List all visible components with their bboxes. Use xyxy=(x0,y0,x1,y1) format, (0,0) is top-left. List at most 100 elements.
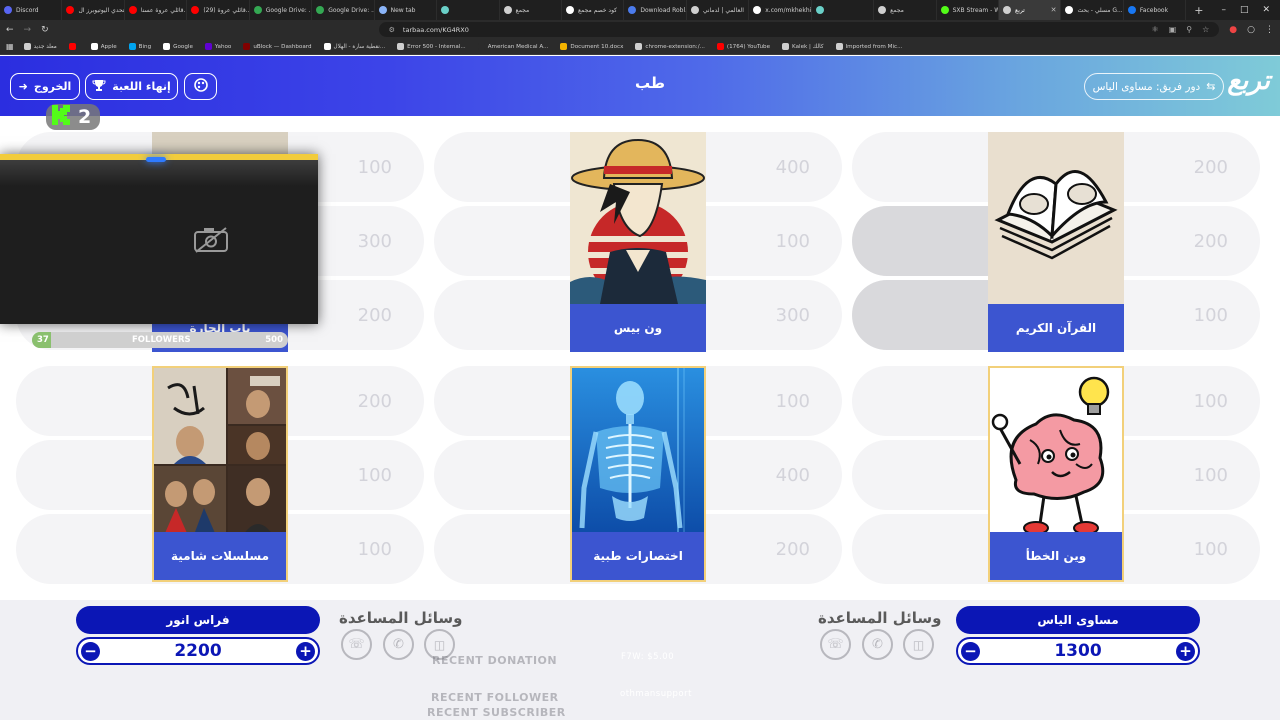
question-value: 100 xyxy=(357,538,392,560)
category-card[interactable]: ون بيس xyxy=(570,132,706,352)
extension-icon[interactable]: ● xyxy=(1229,25,1237,35)
bookmark-favicon-icon xyxy=(397,43,405,50)
new-tab-button[interactable]: + xyxy=(1186,4,1211,17)
profile-icon[interactable]: ○ xyxy=(1247,25,1255,35)
question-value: 300 xyxy=(357,230,392,252)
team-1-aid-phone-icon[interactable]: ✆ xyxy=(862,629,893,660)
recent-subscriber-label: RECENT SUBSCRIBER xyxy=(427,706,566,719)
bookmark-item[interactable]: Imported from Mic... xyxy=(835,43,902,50)
bookmark-label: (1764) YouTube xyxy=(726,43,771,50)
team-1-aid-swap-icon[interactable]: ◫ xyxy=(903,629,934,660)
bookmark-favicon-icon xyxy=(716,43,724,50)
bookmark-item[interactable]: (1764) YouTube xyxy=(716,43,771,50)
team-1-minus-button[interactable]: − xyxy=(961,642,980,661)
team-1-aids-title: وسائل المساعدة xyxy=(818,609,942,627)
followers-goal-bar: 37 FOLLOWERS 500 xyxy=(32,332,288,348)
browser-tab[interactable]: New tab xyxy=(375,0,438,20)
team-2-minus-button[interactable]: − xyxy=(81,642,100,661)
browser-tab-strip: Discord تحدي اليوتيوبرز ال... قائلي عروة ع… xyxy=(0,0,1280,20)
bookmark-item[interactable]: Document 10.docx xyxy=(560,43,623,50)
browser-tab[interactable]: Google Drive: ... xyxy=(250,0,313,20)
close-window-icon[interactable]: ✕ xyxy=(1262,5,1270,15)
apps-icon[interactable]: ▦ xyxy=(6,42,14,51)
browser-tab[interactable]: العالمي | لدماني xyxy=(687,0,750,20)
browser-tab[interactable]: Google Drive: ... xyxy=(312,0,375,20)
browser-tab[interactable]: مجمع xyxy=(874,0,937,20)
browser-tab[interactable]: مجمع xyxy=(500,0,562,20)
browser-tab[interactable]: تحدي اليوتيوبرز ال... xyxy=(62,0,125,20)
bookmark-item[interactable]: معلد جديد xyxy=(23,43,57,50)
kick-viewer-badge: 2 xyxy=(46,104,100,130)
team-1-plus-button[interactable]: + xyxy=(1176,642,1195,661)
palette-icon xyxy=(193,78,208,95)
bookmark-item[interactable]: Google xyxy=(163,43,193,50)
team-1-score-value: 1300 xyxy=(1054,641,1102,661)
tab-favicon-icon xyxy=(878,6,887,14)
browser-tab[interactable] xyxy=(437,0,500,20)
category-card[interactable]: اختصارات طبية xyxy=(570,366,706,582)
tab-favicon-icon xyxy=(4,6,12,14)
reload-icon[interactable]: ↻ xyxy=(41,25,49,35)
browser-tab[interactable]: كود خصم مجمع xyxy=(562,0,625,20)
bookmark-item[interactable]: Error 500 - Internal... xyxy=(397,43,466,50)
team-2-aid-phone-icon[interactable]: ✆ xyxy=(383,629,414,660)
browser-tab[interactable]: Discord xyxy=(0,0,63,20)
bookmark-item[interactable]: uBlock — Dashboard xyxy=(243,43,312,50)
bookmark-favicon-icon xyxy=(204,43,212,50)
zoom-icon[interactable]: ⚲ xyxy=(1186,25,1192,34)
browser-tab[interactable]: SXB Stream - W... xyxy=(937,0,999,20)
bookmark-item[interactable] xyxy=(68,43,79,50)
back-icon[interactable]: ← xyxy=(6,25,14,35)
bookmark-favicon-icon xyxy=(23,43,31,50)
bookmark-item[interactable]: American Medical A... xyxy=(477,43,548,50)
browser-tab[interactable]: Facebook xyxy=(1124,0,1187,20)
window-controls: – □ ✕ xyxy=(1211,5,1280,15)
tab-favicon-icon xyxy=(753,6,762,14)
exit-icon: ➜ xyxy=(18,80,28,93)
menu-icon[interactable]: ⋮ xyxy=(1265,25,1274,35)
camera-top-glow xyxy=(0,160,318,186)
bookmark-favicon-icon xyxy=(323,43,331,50)
turn-indicator[interactable]: دور فريق: مساوى الياس ⇆ xyxy=(1084,73,1224,100)
site-info-icon[interactable]: ⚙ xyxy=(389,26,395,34)
bookmark-star-icon[interactable]: ☆ xyxy=(1202,25,1209,34)
category-card[interactable]: وين الخطأ xyxy=(988,366,1124,582)
browser-tab[interactable]: x.com/mkhekhi... xyxy=(749,0,812,20)
followers-current: 37 xyxy=(37,335,49,345)
team-1-aid-call-icon[interactable]: ☏ xyxy=(820,629,851,660)
forward-icon[interactable]: → xyxy=(24,25,32,35)
bookmark-item[interactable]: Bing xyxy=(128,43,151,50)
category-card[interactable]: القرآن الكريم xyxy=(988,132,1124,352)
address-toolbar: ← → ↻ ⚙ tarbaa.com/KG4RX0 ⚛ ▣ ⚲ ☆ ● ○ ⋮ xyxy=(0,20,1280,39)
team-2-aid-call-icon[interactable]: ☏ xyxy=(341,629,372,660)
install-icon[interactable]: ▣ xyxy=(1169,25,1177,34)
browser-tab[interactable]: قائلي عروة عسنا... xyxy=(125,0,188,20)
tab-label: تحدي اليوتيوبرز ال... xyxy=(78,6,125,14)
browser-tab[interactable]: (29) قائلي عروة... xyxy=(187,0,250,20)
question-value: 200 xyxy=(1193,230,1228,252)
bookmark-item[interactable]: Yahoo xyxy=(204,43,231,50)
exit-button[interactable]: ➜ الخروج xyxy=(10,73,80,100)
end-game-button[interactable]: إنهاء اللعبة xyxy=(85,73,178,100)
tab-favicon-icon xyxy=(815,6,824,14)
bookmark-item[interactable]: Kalek | كالك xyxy=(782,43,824,50)
recent-follower-value: othmansupport xyxy=(620,689,692,699)
minimize-icon[interactable]: – xyxy=(1221,5,1226,15)
team-2-plus-button[interactable]: + xyxy=(296,642,315,661)
settings-button[interactable] xyxy=(184,73,217,100)
category-label: ون بيس xyxy=(570,304,706,352)
maximize-icon[interactable]: □ xyxy=(1240,5,1249,15)
bookmark-item[interactable]: نقطية سارة - الهلال... xyxy=(323,43,385,50)
address-bar[interactable]: ⚙ tarbaa.com/KG4RX0 ⚛ ▣ ⚲ ☆ xyxy=(378,22,1220,37)
tab-label: New tab xyxy=(390,6,416,14)
category-card[interactable]: مسلسلات شامية xyxy=(152,366,288,582)
browser-tab[interactable]: Download Robl... xyxy=(624,0,687,20)
bookmark-item[interactable]: chrome-extension:/... xyxy=(635,43,705,50)
bookmark-item[interactable]: Apple xyxy=(90,43,117,50)
browser-tab[interactable]: مسلي - بحث G... xyxy=(1061,0,1124,20)
translate-icon[interactable]: ⚛ xyxy=(1152,25,1159,34)
browser-tab[interactable] xyxy=(812,0,875,20)
browser-tab[interactable]: تربع ✕ xyxy=(999,0,1062,20)
tab-label: مجمع xyxy=(890,6,904,14)
close-tab-icon[interactable]: ✕ xyxy=(1051,6,1057,14)
